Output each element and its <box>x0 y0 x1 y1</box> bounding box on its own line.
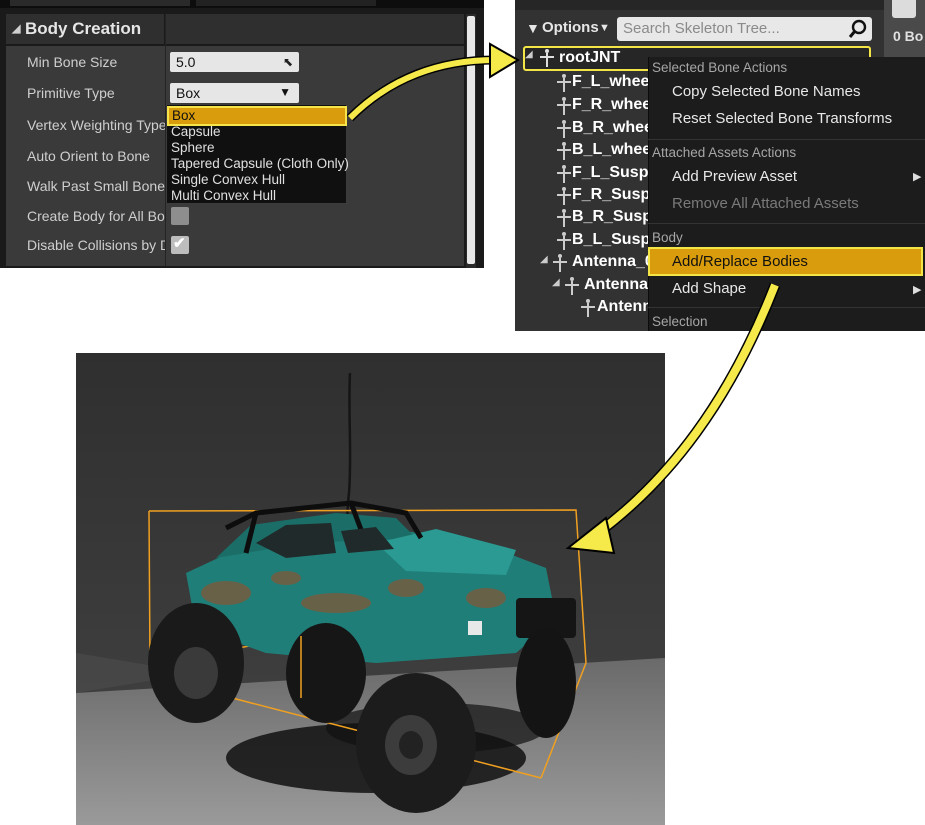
bone-icon <box>557 97 571 115</box>
min-bone-size-value: 5.0 <box>176 54 196 70</box>
collapse-arrow-icon: ◢ <box>12 23 21 35</box>
search-skeleton-tree-input[interactable]: Search Skeleton Tree... <box>617 17 872 41</box>
min-bone-size-input[interactable]: 5.0 ⬉ <box>170 52 299 72</box>
prop-label-create-body-all-bones: Create Body for All Bones <box>27 208 165 224</box>
bone-icon <box>557 209 571 227</box>
menu-item-add-preview-asset[interactable]: Add Preview Asset <box>672 167 797 187</box>
bone-icon <box>557 165 571 183</box>
submenu-arrow-icon: ▶ <box>913 171 922 183</box>
bone-icon <box>553 254 567 272</box>
primitive-type-value: Box <box>176 85 201 101</box>
options-label: Options <box>542 19 599 36</box>
create-body-all-bones-checkbox[interactable] <box>171 207 189 225</box>
dropdown-option-capsule[interactable]: Capsule <box>171 124 221 140</box>
tree-label-bone: F_L_wheel <box>572 73 654 90</box>
menu-item-add-shape[interactable]: Add Shape <box>672 279 746 299</box>
tree-label-bone: F_R_wheel <box>572 96 656 113</box>
tree-label-rootJNT: rootJNT <box>559 49 621 66</box>
scrollbar-thumb[interactable] <box>467 16 475 264</box>
prop-label-vertex-weighting-type: Vertex Weighting Type <box>27 117 165 133</box>
bone-icon <box>557 187 571 205</box>
side-dropdown-button[interactable] <box>892 0 916 18</box>
vehicle-scene <box>76 353 665 825</box>
tree-label-bone: F_R_Suspe <box>572 186 660 203</box>
tree-label-bone: Antenna_0 <box>572 253 654 270</box>
menu-item-add-replace-bodies[interactable]: Add/Replace Bodies <box>672 252 808 272</box>
bone-icon <box>557 74 571 92</box>
bone-icon <box>581 299 595 317</box>
bone-icon <box>557 120 571 138</box>
expand-arrow-icon[interactable]: ◢ <box>525 49 533 60</box>
skeleton-tree-tab-bar <box>515 0 885 10</box>
menu-item-remove-attached-assets[interactable]: Remove All Attached Assets <box>672 194 859 214</box>
drag-handle-icon[interactable]: ⬉ <box>283 52 293 72</box>
section-header-value-column <box>166 14 464 44</box>
menu-separator <box>648 307 925 308</box>
bodies-count: 0 Bo <box>893 28 924 44</box>
menu-section-body: Body <box>652 230 683 245</box>
prop-label-auto-orient: Auto Orient to Bone <box>27 148 150 164</box>
menu-item-reset-bone-transforms[interactable]: Reset Selected Bone Transforms <box>672 109 892 129</box>
dropdown-option-box[interactable]: Box <box>167 106 347 126</box>
bone-icon <box>557 142 571 160</box>
bone-icon <box>565 277 579 295</box>
menu-section-selection: Selection <box>652 314 708 329</box>
prop-label-walk-past-small-bones: Walk Past Small Bones <box>27 178 165 194</box>
expand-arrow-icon[interactable]: ◢ <box>540 254 548 265</box>
tree-label-bone: B_R_wheel <box>572 119 658 136</box>
bone-icon <box>557 232 571 250</box>
tree-label-bone: B_L_wheel <box>572 141 656 158</box>
prop-label-min-bone-size: Min Bone Size <box>27 54 118 70</box>
tab-tools[interactable] <box>10 0 190 6</box>
bone-icon <box>540 49 554 67</box>
menu-section-selected-bone-actions: Selected Bone Actions <box>652 60 788 75</box>
menu-section-attached-assets: Attached Assets Actions <box>652 145 797 160</box>
section-title: Body Creation <box>25 19 142 38</box>
expand-arrow-icon[interactable]: ◢ <box>552 277 560 288</box>
tree-label-bone: Antenna <box>584 276 648 293</box>
tree-label-bone: F_L_Suspe <box>572 164 658 181</box>
dropdown-option-sphere[interactable]: Sphere <box>171 140 215 156</box>
search-icon <box>848 19 867 38</box>
tab-profiles[interactable] <box>196 0 376 6</box>
menu-separator <box>648 139 925 140</box>
chevron-down-icon: ▼ <box>279 85 291 99</box>
dropdown-option-single-convex-hull[interactable]: Single Convex Hull <box>171 172 285 188</box>
search-placeholder: Search Skeleton Tree... <box>623 20 780 37</box>
dropdown-option-multi-convex-hull[interactable]: Multi Convex Hull <box>171 188 276 204</box>
chevron-down-icon: ▼ <box>599 22 610 34</box>
prop-label-primitive-type: Primitive Type <box>27 85 115 101</box>
options-button[interactable]: ▼ Options ▼ <box>522 14 614 42</box>
disable-collisions-checkbox[interactable]: ✔ <box>171 235 189 254</box>
dropdown-option-tapered-capsule[interactable]: Tapered Capsule (Cloth Only) <box>171 156 349 172</box>
filter-icon: ▼ <box>526 20 540 36</box>
menu-item-copy-bone-names[interactable]: Copy Selected Bone Names <box>672 82 860 102</box>
primitive-type-combo[interactable]: Box ▼ <box>170 83 299 103</box>
prop-label-disable-collisions: Disable Collisions by Default <box>27 237 165 253</box>
section-header[interactable]: ◢ Body Creation <box>6 14 164 44</box>
tree-label-bone: B_L_Suspe <box>572 231 660 248</box>
submenu-arrow-icon: ▶ <box>913 284 922 296</box>
viewport[interactable] <box>76 353 665 825</box>
check-icon: ✔ <box>173 235 186 252</box>
tree-label-bone: Antenn <box>597 298 653 315</box>
menu-separator <box>648 223 925 224</box>
